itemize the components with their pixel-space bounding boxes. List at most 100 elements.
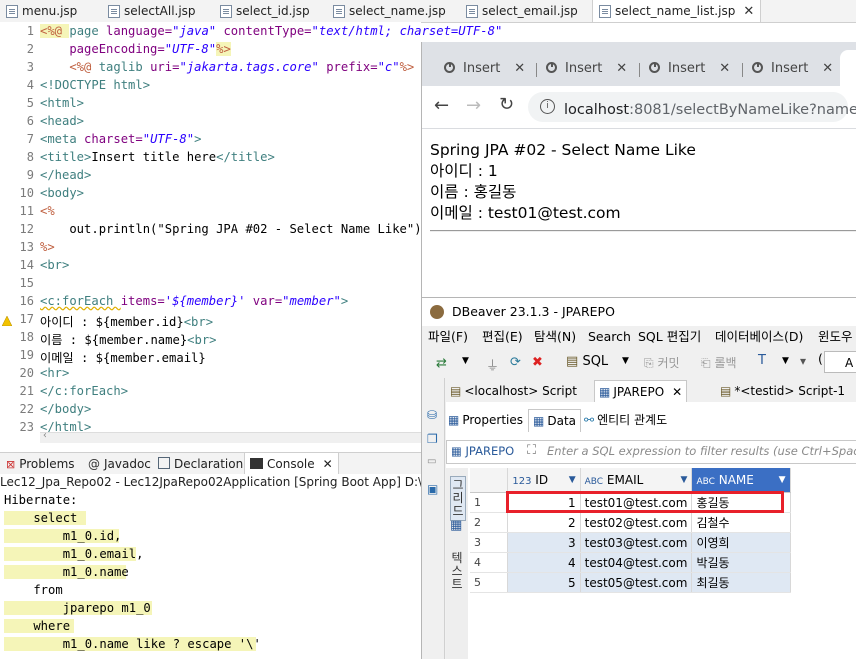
- column-header-email[interactable]: ABC EMAIL ▼: [580, 468, 693, 493]
- console-line: m1_0.name: [4, 565, 129, 579]
- close-icon[interactable]: ✕: [672, 385, 682, 399]
- sql-button[interactable]: ▤ SQL: [566, 354, 608, 369]
- active-browser-tab[interactable]: [840, 50, 856, 86]
- close-icon[interactable]: ✕: [743, 4, 754, 19]
- reload-icon[interactable]: ↻: [499, 94, 514, 115]
- chevron-down-icon[interactable]: ▼: [782, 356, 789, 366]
- close-icon[interactable]: ✕: [323, 457, 333, 471]
- filter-input[interactable]: Enter a SQL expression to filter results…: [547, 444, 856, 458]
- tab-javadoc[interactable]: @ Javadoc: [88, 453, 151, 475]
- panel-icon[interactable]: ▣: [427, 482, 438, 496]
- copy-icon[interactable]: ❐: [427, 432, 438, 446]
- globe-icon: [546, 62, 557, 73]
- browser-tab[interactable]: Insert ✕: [752, 58, 833, 80]
- commit-icon: ⎘: [644, 356, 654, 370]
- menu-navigate[interactable]: 탐색(N): [534, 326, 576, 348]
- sort-arrow-icon[interactable]: ▼: [569, 475, 576, 485]
- browser-tab[interactable]: Insert ✕: [546, 58, 627, 80]
- tab-problems[interactable]: ⊠ Problems: [6, 453, 75, 475]
- table-row[interactable]: 2 2 test02@test.com 김철수: [470, 512, 856, 533]
- member-email: 이메일 : test01@test.com: [430, 204, 621, 222]
- table-row[interactable]: 3 3 test03@test.com 이영희: [470, 532, 856, 553]
- jsp-file-icon: [108, 5, 120, 18]
- sort-arrow-icon[interactable]: ▼: [779, 475, 786, 485]
- code-editor[interactable]: 1 2 3 4 5 6 7 8 9 10 11 12 13 14 15 16 1…: [0, 22, 502, 443]
- horizontal-rule: [430, 230, 856, 232]
- menu-database[interactable]: 데이터베이스(D): [715, 326, 803, 348]
- tab-menu-jsp[interactable]: menu.jsp: [6, 0, 77, 22]
- dropdown-icon[interactable]: ▾: [800, 354, 806, 368]
- line-number: 22: [19, 402, 34, 416]
- scroll-left-icon[interactable]: ‹: [42, 430, 48, 441]
- tab-declaration[interactable]: Declaration: [158, 453, 243, 475]
- line-number: 20: [19, 366, 34, 380]
- line-number: 2: [26, 42, 34, 56]
- tab-localhost-script[interactable]: ▤ <localhost> Script: [450, 380, 577, 402]
- forward-arrow-icon[interactable]: →: [466, 95, 481, 116]
- disconnect-icon[interactable]: ⏚: [486, 355, 499, 374]
- grid-view-toggle[interactable]: 그리드: [450, 476, 466, 521]
- table-row[interactable]: 5 5 test05@test.com 최길동: [470, 572, 856, 593]
- properties-icon: ▦: [448, 413, 460, 427]
- tab-selectall-jsp[interactable]: selectAll.jsp: [108, 0, 196, 22]
- code-line-21: </c:forEach>: [40, 384, 129, 398]
- window-title: DBeaver 23.1.3 - JPAREPO: [452, 304, 615, 319]
- tab-select-email-jsp[interactable]: select_email.jsp: [466, 0, 578, 22]
- horizontal-scrollbar[interactable]: ‹: [40, 430, 421, 443]
- code-line-12: out.println("Spring JPA #02 - Select Nam…: [40, 222, 429, 236]
- close-icon[interactable]: ✕: [514, 61, 525, 76]
- text-view-toggle[interactable]: 텍스트: [450, 552, 464, 591]
- console-launch-path: Lec12_Jpa_Repo02 - Lec12JpaRepo02Applica…: [0, 474, 421, 491]
- line-number: 5: [26, 96, 34, 110]
- back-arrow-icon[interactable]: ←: [434, 95, 449, 116]
- tab-jparepo[interactable]: ▦ JPAREPO ✕: [594, 380, 688, 403]
- close-icon[interactable]: ✕: [719, 61, 730, 76]
- tab-er-diagram[interactable]: ⚯ 엔티티 관계도: [584, 409, 667, 431]
- tab-console[interactable]: Console ✕: [244, 453, 339, 475]
- transaction-mode-icon[interactable]: T: [758, 353, 766, 368]
- address-bar[interactable]: i localhost:8081/selectByNameLike?name=홍: [528, 92, 856, 122]
- info-icon[interactable]: i: [540, 99, 555, 114]
- tab-data[interactable]: ▦ Data: [528, 409, 581, 432]
- menu-edit[interactable]: 편집(E): [482, 326, 523, 348]
- column-header-name[interactable]: ABC NAME ▼: [691, 468, 791, 493]
- table-row[interactable]: 4 4 test04@test.com 박길동: [470, 552, 856, 573]
- invalidate-icon[interactable]: ✖: [532, 355, 543, 370]
- er-diagram-icon: ⚯: [584, 413, 595, 427]
- column-header-id[interactable]: 123 ID ▼: [507, 468, 581, 493]
- close-icon[interactable]: ✕: [616, 61, 627, 76]
- rollback-button[interactable]: ⎗ 롤백: [701, 354, 737, 371]
- restore-icon[interactable]: ▭: [427, 456, 436, 467]
- browser-tab[interactable]: Insert ✕: [444, 58, 525, 80]
- line-number: 21: [19, 384, 34, 398]
- menu-search[interactable]: Search: [588, 326, 631, 348]
- console-line: where: [4, 619, 74, 633]
- console-line: Hibernate:: [4, 493, 78, 507]
- menu-file[interactable]: 파일(F): [428, 326, 468, 348]
- tab-select-id-jsp[interactable]: select_id.jsp: [220, 0, 310, 22]
- grid-icon[interactable]: ▦: [450, 518, 462, 533]
- table-header-row: 123 ID ▼ ABC EMAIL ▼ ABC NAME ▼: [470, 468, 856, 493]
- console-line: m1_0.email,: [4, 547, 144, 561]
- declaration-icon: [158, 457, 170, 469]
- reconnect-icon[interactable]: ⟳: [510, 355, 521, 370]
- menu-sql-editor[interactable]: SQL 편집기: [638, 326, 701, 348]
- sort-arrow-icon[interactable]: ▼: [681, 475, 688, 485]
- close-icon[interactable]: ✕: [822, 61, 833, 76]
- console-output[interactable]: Hibernate: select m1_0.id, m1_0.email, m…: [0, 491, 421, 658]
- active-datasource-selector[interactable]: A: [824, 351, 856, 373]
- expand-icon[interactable]: ⛶: [527, 443, 536, 458]
- code-line-2: pageEncoding="UTF-8"%>: [40, 42, 231, 56]
- tab-separator: [742, 63, 743, 77]
- chevron-down-icon[interactable]: ▼: [462, 356, 469, 366]
- tab-testid-script[interactable]: ▤ *<testid> Script-1: [720, 380, 845, 402]
- chevron-down-icon[interactable]: ▼: [622, 356, 629, 366]
- browser-tab[interactable]: Insert ✕: [649, 58, 730, 80]
- commit-button[interactable]: ⎘ 커밋: [644, 354, 680, 371]
- database-icon[interactable]: ⛁: [427, 408, 437, 422]
- tab-select-name-list-jsp[interactable]: select_name_list.jsp ✕: [592, 0, 762, 22]
- tab-select-name-jsp[interactable]: select_name.jsp: [333, 0, 446, 22]
- view-switcher: 그리드 ▦ 텍스트: [446, 468, 468, 659]
- tab-properties[interactable]: ▦ Properties: [448, 409, 523, 431]
- connect-icon[interactable]: ⇄: [436, 356, 447, 371]
